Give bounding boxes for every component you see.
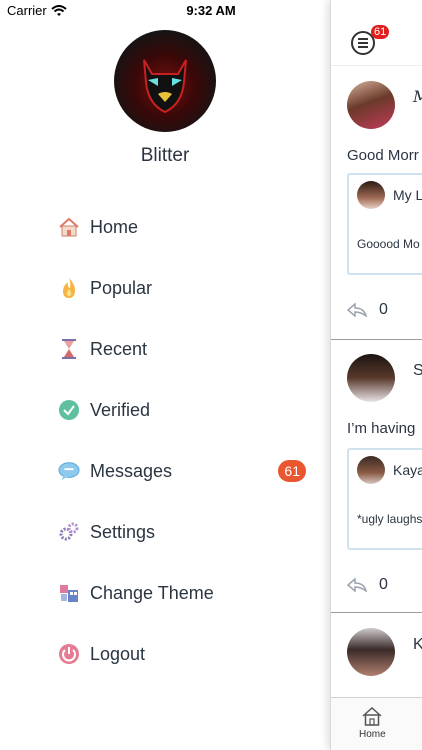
quoted-post[interactable]: Kaya *ugly laughs xyxy=(347,448,422,550)
side-menu: Blitter Home Popular Recent Verified Mes… xyxy=(0,0,330,750)
power-icon xyxy=(58,643,80,665)
home-tab-icon xyxy=(362,706,382,726)
reply-icon xyxy=(347,578,367,592)
speech-bubble-icon xyxy=(58,460,80,482)
quoted-post[interactable]: My L Gooood Mo xyxy=(347,173,422,275)
menu-item-change-theme[interactable]: Change Theme xyxy=(58,573,308,613)
profile-avatar[interactable] xyxy=(114,30,216,132)
post-avatar[interactable] xyxy=(347,628,395,676)
menu-item-logout[interactable]: Logout xyxy=(58,634,308,674)
reply-count: 0 xyxy=(379,301,388,318)
panther-avatar-image xyxy=(143,59,187,114)
quote-text: Gooood Mo xyxy=(357,237,420,251)
post-text: Good Morr xyxy=(347,147,419,164)
reply-icon xyxy=(347,303,367,317)
menu-label-verified: Verified xyxy=(90,399,151,420)
menu-label-messages: Messages xyxy=(90,460,173,481)
theme-icon xyxy=(58,582,80,604)
tab-home-label: Home xyxy=(359,729,386,740)
menu-item-home[interactable]: Home xyxy=(58,207,308,247)
feed-post[interactable]: K xyxy=(331,614,422,698)
gears-icon xyxy=(58,521,80,543)
post-author[interactable]: K xyxy=(413,636,422,654)
menu-item-popular[interactable]: Popular xyxy=(58,268,308,308)
reply-action[interactable]: 0 xyxy=(347,301,388,319)
notification-badge: 61 xyxy=(371,25,390,39)
menu-label-home: Home xyxy=(90,216,139,237)
post-avatar[interactable] xyxy=(347,354,395,402)
menu-item-verified[interactable]: Verified xyxy=(58,390,308,430)
quote-text: *ugly laughs xyxy=(357,512,422,526)
tab-bar: Home xyxy=(331,697,422,750)
menu-label-popular: Popular xyxy=(90,277,153,298)
post-avatar[interactable] xyxy=(347,81,395,129)
post-author[interactable]: S xyxy=(413,362,422,380)
reply-count: 0 xyxy=(379,576,388,593)
menu-label-change-theme: Change Theme xyxy=(90,582,214,603)
menu-label-logout: Logout xyxy=(90,643,146,664)
home-icon xyxy=(58,216,80,238)
feed-post[interactable]: S I’m having Kaya *ugly laughs 0 xyxy=(331,340,422,613)
profile-name: Blitter xyxy=(140,145,190,166)
quote-author: My L xyxy=(393,187,422,203)
feed-panel[interactable]: 61 M Good Morr My L Gooood Mo 0 S I’m ha… xyxy=(330,0,422,750)
tab-home[interactable]: Home xyxy=(359,706,386,740)
menu-item-recent[interactable]: Recent xyxy=(58,329,308,369)
menu-label-settings: Settings xyxy=(90,521,156,542)
messages-count-badge: 61 xyxy=(278,460,306,482)
quote-avatar xyxy=(357,181,385,209)
menu-item-messages[interactable]: Messages 61 xyxy=(58,451,308,491)
post-author[interactable]: M xyxy=(413,87,422,106)
quote-author: Kaya xyxy=(393,462,422,478)
menu-item-settings[interactable]: Settings xyxy=(58,512,308,552)
menu-label-recent: Recent xyxy=(90,338,148,359)
verified-icon xyxy=(58,399,80,421)
flame-icon xyxy=(58,277,80,299)
post-text: I’m having xyxy=(347,420,416,437)
reply-action[interactable]: 0 xyxy=(347,576,388,594)
feed-post[interactable]: M Good Morr My L Gooood Mo 0 xyxy=(331,67,422,340)
quote-avatar xyxy=(357,456,385,484)
hourglass-icon xyxy=(58,338,80,360)
feed-top-bar: 61 xyxy=(331,22,422,66)
